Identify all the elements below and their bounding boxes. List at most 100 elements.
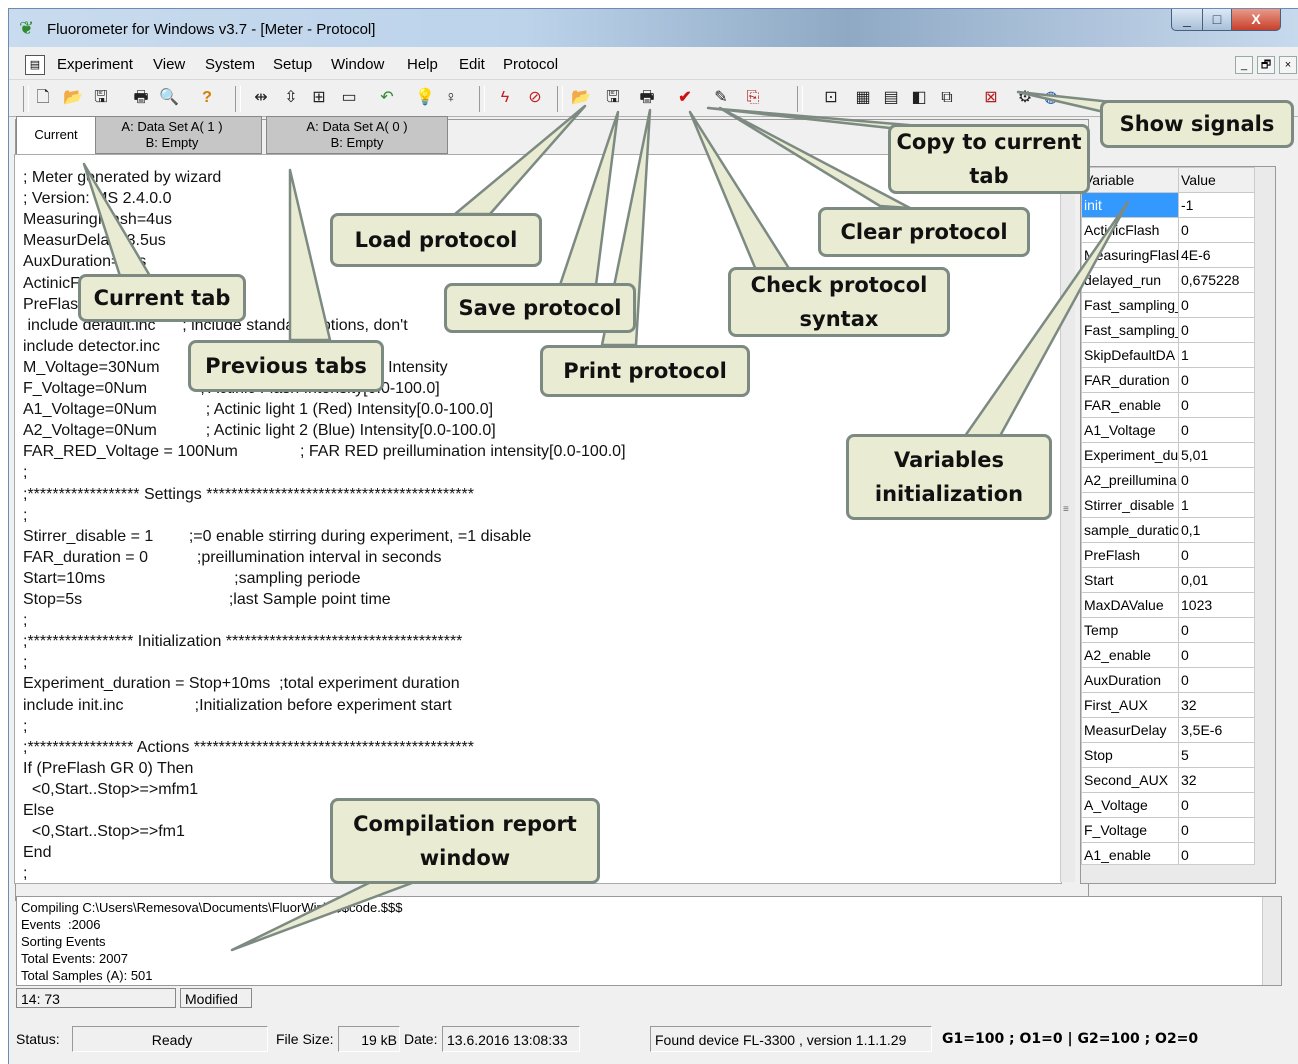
variable-value[interactable]: 0: [1178, 392, 1255, 418]
code-line[interactable]: ;: [23, 865, 27, 883]
variables-hscrollbar[interactable]: [1081, 864, 1255, 883]
code-line[interactable]: End: [23, 844, 51, 862]
variables-scrollbar[interactable]: [1254, 167, 1275, 883]
report-scrollbar[interactable]: [1262, 897, 1281, 985]
variable-name[interactable]: Fast_sampling_: [1081, 317, 1179, 343]
window-icon[interactable]: ▭: [337, 86, 361, 110]
variable-row[interactable]: delayed_run 0,675228: [1081, 267, 1255, 293]
code-line[interactable]: MeasurDelay=3.5us: [23, 232, 166, 250]
variable-value[interactable]: 0: [1178, 667, 1255, 693]
code-line[interactable]: FAR_RED_Voltage = 100Num ; FAR RED preil…: [23, 443, 626, 461]
variable-name[interactable]: FAR_enable: [1081, 392, 1179, 418]
variable-row[interactable]: Stirrer_disable 1: [1081, 492, 1255, 518]
code-line[interactable]: A2_Voltage=0Num ; Actinic light 2 (Blue)…: [23, 422, 496, 440]
code-line[interactable]: Stirrer_disable = 1 ;=0 enable stirring …: [23, 528, 531, 546]
settings-icon[interactable]: ⚙: [1013, 86, 1037, 110]
variable-value[interactable]: 1: [1178, 492, 1255, 518]
variable-row[interactable]: AuxDuration 0: [1081, 667, 1255, 693]
variable-value[interactable]: 0: [1178, 617, 1255, 643]
check-syntax-icon[interactable]: ✔: [673, 86, 697, 110]
minimize-button[interactable]: _: [1171, 9, 1203, 31]
variable-name[interactable]: Fast_sampling_: [1081, 292, 1179, 318]
code-line[interactable]: ; Version: MS 2.4.0.0: [23, 190, 172, 208]
code-line[interactable]: ;: [23, 507, 27, 525]
editor-scrollbar[interactable]: ≡: [1060, 154, 1075, 882]
variable-name[interactable]: First_AUX: [1081, 692, 1179, 718]
variable-name[interactable]: A2_enable: [1081, 642, 1179, 668]
code-line[interactable]: ;***************** Actions *************…: [23, 739, 474, 757]
data-icon[interactable]: ◧: [907, 86, 931, 110]
variable-value[interactable]: 4E-6: [1178, 242, 1255, 268]
variable-value[interactable]: 3,5E-6: [1178, 717, 1255, 743]
variable-name[interactable]: F_Voltage: [1081, 817, 1179, 843]
code-line[interactable]: <0,Start..Stop>=>mfm1: [23, 781, 198, 799]
variable-value[interactable]: -1: [1178, 192, 1255, 218]
undo-icon[interactable]: ↶: [375, 86, 399, 110]
variable-value[interactable]: 32: [1178, 692, 1255, 718]
variable-value[interactable]: 0,675228: [1178, 267, 1255, 293]
variable-row[interactable]: sample_duratic 0,1: [1081, 517, 1255, 543]
code-line[interactable]: If (PreFlash GR 0) Then: [23, 760, 193, 778]
new-icon[interactable]: 🗋: [31, 86, 55, 110]
save-icon[interactable]: 🖫: [89, 86, 113, 110]
variable-row[interactable]: First_AUX 32: [1081, 692, 1255, 718]
flash-icon[interactable]: ϟ: [493, 86, 517, 110]
variable-value[interactable]: 0: [1178, 217, 1255, 243]
document-icon[interactable]: ▤: [25, 55, 45, 75]
variable-row[interactable]: Second_AUX 32: [1081, 767, 1255, 793]
variable-name[interactable]: MeasurDelay: [1081, 717, 1179, 743]
variable-value[interactable]: 0: [1178, 292, 1255, 318]
variable-value[interactable]: 1: [1178, 342, 1255, 368]
code-line[interactable]: FAR_duration = 0 ;preillumination interv…: [23, 549, 441, 567]
code-line[interactable]: ;***************** Initialization ******…: [23, 633, 462, 651]
compilation-report[interactable]: Compiling C:\Users\Remesova\Documents\Fl…: [16, 896, 1282, 986]
load-protocol-icon[interactable]: 📂: [569, 86, 593, 110]
menu-help[interactable]: Help: [407, 56, 438, 73]
variable-value[interactable]: 5,01: [1178, 442, 1255, 468]
export-icon[interactable]: ▦: [851, 86, 875, 110]
code-line[interactable]: Stop=5s ;last Sample point time: [23, 591, 391, 609]
variable-name[interactable]: MaxDAValue: [1081, 592, 1179, 618]
variable-value[interactable]: 0: [1178, 467, 1255, 493]
variable-row[interactable]: init -1: [1081, 192, 1255, 218]
variable-row[interactable]: Experiment_du 5,01: [1081, 442, 1255, 468]
tab-data-set-a1[interactable]: A: Data Set A( 1 ) B: Empty: [82, 116, 262, 154]
variable-name[interactable]: Start: [1081, 567, 1179, 593]
variable-name[interactable]: delayed_run: [1081, 267, 1179, 293]
signals-icon[interactable]: ⊠: [979, 86, 1003, 110]
tab-data-set-a0[interactable]: A: Data Set A( 0 ) B: Empty: [266, 116, 448, 154]
clear-protocol-icon[interactable]: ✎: [709, 86, 733, 110]
variable-name[interactable]: ActinicFlash: [1081, 217, 1179, 243]
variable-value[interactable]: 0: [1178, 367, 1255, 393]
variable-row[interactable]: SkipDefaultDA 1: [1081, 342, 1255, 368]
variable-value[interactable]: 0,01: [1178, 567, 1255, 593]
help-icon[interactable]: ?: [195, 86, 219, 110]
light-on-icon[interactable]: 💡: [413, 86, 437, 110]
variable-row[interactable]: FAR_enable 0: [1081, 392, 1255, 418]
variable-row[interactable]: MeasuringFlash 4E-6: [1081, 242, 1255, 268]
variable-name[interactable]: AuxDuration: [1081, 667, 1179, 693]
print-preview-icon[interactable]: 🔍: [157, 86, 181, 110]
variable-name[interactable]: Temp: [1081, 617, 1179, 643]
report-icon[interactable]: ▤: [879, 86, 903, 110]
variable-value[interactable]: 0: [1178, 417, 1255, 443]
code-line[interactable]: ;****************** Settings ***********…: [23, 486, 474, 504]
variable-row[interactable]: A_Voltage 0: [1081, 792, 1255, 818]
code-line[interactable]: AuxDuration=0us: [23, 253, 146, 271]
variable-row[interactable]: A2_enable 0: [1081, 642, 1255, 668]
variable-name[interactable]: SkipDefaultDA: [1081, 342, 1179, 368]
open-icon[interactable]: 📂: [61, 86, 85, 110]
code-line[interactable]: ;: [23, 612, 27, 630]
variable-value[interactable]: 0: [1178, 317, 1255, 343]
variable-value[interactable]: 0: [1178, 792, 1255, 818]
code-line[interactable]: ;: [23, 654, 27, 672]
code-line[interactable]: ;: [23, 464, 27, 482]
zoom-icon[interactable]: ⊞: [307, 86, 331, 110]
variable-row[interactable]: Fast_sampling_ 0: [1081, 317, 1255, 343]
print-icon[interactable]: 🖶: [129, 86, 153, 110]
maximize-button[interactable]: □: [1202, 9, 1232, 31]
variable-row[interactable]: Start 0,01: [1081, 567, 1255, 593]
variables-grid[interactable]: Variable Value init -1 ActinicFlash 0 Measur…: [1080, 166, 1276, 884]
variable-name[interactable]: sample_duratic: [1081, 517, 1179, 543]
menu-setup[interactable]: Setup: [273, 56, 312, 73]
